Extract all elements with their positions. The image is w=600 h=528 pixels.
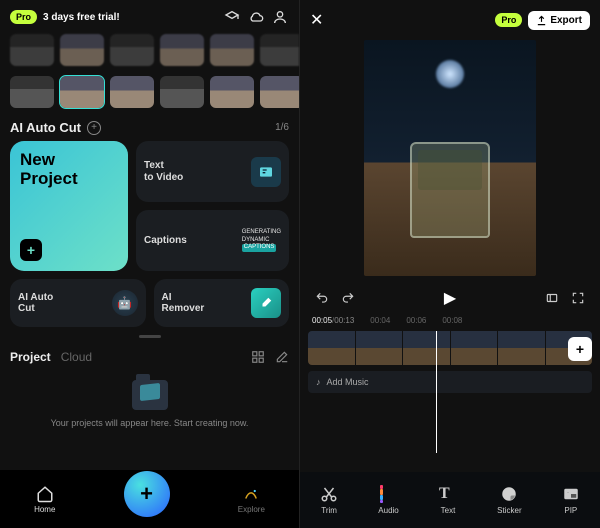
- tool-text[interactable]: T Text: [439, 485, 457, 515]
- empty-state: Your projects will appear here. Start cr…: [0, 368, 299, 434]
- app-header: Pro 3 days free trial!: [0, 0, 299, 30]
- fullscreen-icon[interactable]: [570, 290, 586, 306]
- plus-icon: +: [20, 239, 42, 261]
- profile-icon[interactable]: [271, 8, 289, 26]
- edit-icon[interactable]: [275, 350, 289, 364]
- nav-create-button[interactable]: +: [124, 471, 170, 517]
- redo-icon[interactable]: [340, 290, 356, 306]
- timeline-ruler: 00:05/00:13 00:04 00:06 00:08: [300, 316, 600, 325]
- cloud-icon[interactable]: [247, 8, 265, 26]
- add-music-track[interactable]: ♪ Add Music: [308, 371, 592, 393]
- pro-badge-editor: Pro: [495, 13, 522, 27]
- playhead[interactable]: [436, 331, 437, 453]
- tool-text-label: Text: [441, 506, 456, 515]
- undo-icon[interactable]: [314, 290, 330, 306]
- add-clip-button[interactable]: +: [568, 337, 592, 361]
- ai-auto-cut-label: AI Auto Cut: [18, 292, 53, 315]
- export-button[interactable]: Export: [528, 11, 590, 30]
- play-button[interactable]: ▶: [444, 288, 456, 308]
- tool-audio-label: Audio: [378, 506, 398, 515]
- empty-text: Your projects will appear here. Start cr…: [10, 418, 289, 428]
- tool-pip-label: PIP: [564, 506, 577, 515]
- video-preview[interactable]: [364, 40, 536, 276]
- tool-trim-label: Trim: [321, 506, 337, 515]
- pro-badge: Pro: [10, 10, 37, 24]
- tool-sticker[interactable]: Sticker: [497, 485, 521, 515]
- add-music-label: Add Music: [327, 377, 369, 387]
- bottom-nav: Home + Explore: [0, 470, 299, 528]
- tab-project[interactable]: Project: [10, 350, 51, 364]
- section-pager: 1/6: [275, 122, 289, 133]
- tab-cloud[interactable]: Cloud: [61, 350, 92, 364]
- transport-bar: ▶: [300, 280, 600, 316]
- template-strip[interactable]: [0, 72, 299, 114]
- text-to-video-label: Text to Video: [144, 160, 183, 183]
- drag-handle[interactable]: [139, 335, 161, 338]
- captions-generating-badge: GENERATING DYNAMIC CAPTIONS: [242, 229, 281, 252]
- export-label: Export: [550, 15, 582, 26]
- section-add-icon[interactable]: +: [87, 121, 101, 135]
- tool-sticker-label: Sticker: [497, 506, 521, 515]
- ai-auto-cut-card[interactable]: AI Auto Cut 🤖: [10, 279, 146, 327]
- music-note-icon: ♪: [316, 377, 321, 387]
- folder-icon: [132, 380, 168, 410]
- nav-explore[interactable]: Explore: [238, 485, 265, 514]
- text-icon: T: [439, 485, 457, 503]
- tool-audio[interactable]: Audio: [378, 485, 398, 515]
- eraser-icon: [251, 288, 281, 318]
- captions-card[interactable]: Captions GENERATING DYNAMIC CAPTIONS: [136, 210, 289, 271]
- ai-remover-card[interactable]: AI Remover: [154, 279, 290, 327]
- new-project-card[interactable]: New Project +: [10, 141, 128, 271]
- editor-toolbar: Trim Audio T Text Sticker PIP: [300, 472, 600, 528]
- nav-home-label: Home: [34, 505, 55, 514]
- academy-icon[interactable]: [223, 8, 241, 26]
- nav-explore-label: Explore: [238, 505, 265, 514]
- ai-remover-label: AI Remover: [162, 292, 205, 315]
- grid-view-icon[interactable]: [251, 350, 265, 364]
- captions-label: Captions: [144, 235, 187, 247]
- aspect-icon[interactable]: [544, 290, 560, 306]
- tool-pip[interactable]: PIP: [562, 485, 580, 515]
- robot-icon: 🤖: [112, 290, 138, 316]
- template-strip-top: [0, 30, 299, 72]
- trial-text: 3 days free trial!: [43, 12, 120, 23]
- section-title: AI Auto Cut: [10, 120, 81, 135]
- new-project-label: New Project: [20, 151, 118, 188]
- text-to-video-icon: [251, 157, 281, 187]
- audio-bars-icon: [380, 485, 398, 503]
- close-icon[interactable]: ✕: [310, 10, 328, 30]
- tool-trim[interactable]: Trim: [320, 485, 338, 515]
- nav-home[interactable]: Home: [34, 485, 55, 514]
- text-to-video-card[interactable]: Text to Video: [136, 141, 289, 202]
- video-track[interactable]: [308, 331, 592, 365]
